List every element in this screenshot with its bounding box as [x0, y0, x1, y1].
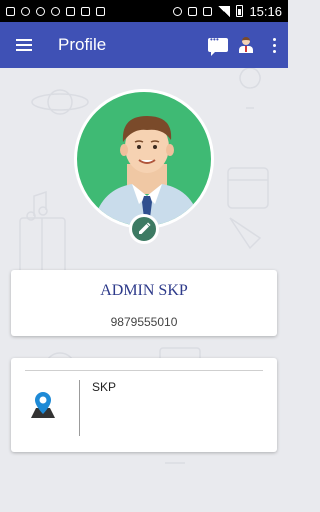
app-bar: Profile	[0, 22, 288, 68]
overflow-menu-icon[interactable]	[266, 22, 282, 68]
sync-icon	[21, 6, 30, 16]
address-card: SKP	[11, 358, 277, 452]
add-notification-icon	[6, 6, 15, 16]
refresh-icon	[36, 6, 45, 16]
edit-pencil-icon	[139, 222, 151, 234]
profile-info-card: ADMIN SKP 9879555010	[11, 270, 277, 336]
edit-profile-button[interactable]	[129, 214, 159, 244]
profile-icon[interactable]	[238, 37, 254, 53]
page-title: Profile	[58, 35, 107, 54]
notification-icons	[6, 6, 105, 16]
nfc-icon	[188, 6, 198, 16]
chat-icon[interactable]	[208, 35, 228, 56]
address-text: SKP	[92, 380, 117, 394]
wifi-icon	[66, 6, 75, 16]
vertical-divider	[79, 380, 80, 436]
avatar	[74, 89, 214, 229]
usb-icon	[81, 6, 90, 16]
wifi-signal-icon	[203, 6, 213, 16]
avatar-person-icon	[92, 116, 202, 226]
user-name: ADMIN SKP	[100, 282, 188, 299]
location-pin-icon	[31, 392, 55, 418]
cell-signal-icon	[218, 5, 231, 17]
user-phone: 9879555010	[110, 315, 178, 329]
download-icon	[96, 6, 105, 16]
battery-icon	[236, 5, 244, 17]
sync-icon-2	[51, 6, 60, 16]
status-bar: 15:16	[0, 0, 288, 22]
system-icons: 15:16	[173, 4, 282, 19]
status-time: 15:16	[249, 3, 282, 19]
alarm-icon	[173, 6, 183, 16]
divider	[25, 370, 263, 371]
menu-icon[interactable]	[0, 22, 48, 68]
